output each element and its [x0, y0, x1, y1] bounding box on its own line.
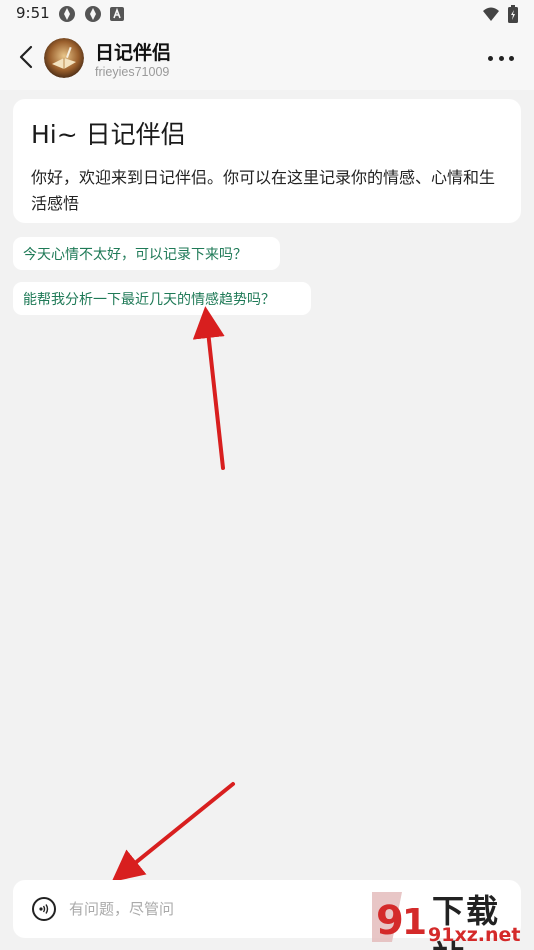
battery-icon — [508, 5, 518, 23]
suggestion-chip[interactable]: 今天心情不太好，可以记录下来吗？ — [13, 237, 280, 270]
aperture-icon — [59, 6, 75, 22]
svg-text:9: 9 — [376, 898, 404, 944]
welcome-card: Hi~ 日记伴侣 你好，欢迎来到日记伴侣。你可以在这里记录你的情感、心情和生活感… — [13, 99, 521, 223]
suggestion-chip[interactable]: 能帮我分析一下最近几天的情感趋势吗？ — [13, 282, 311, 315]
more-options-button[interactable] — [488, 48, 514, 68]
back-button[interactable] — [14, 44, 38, 70]
voice-icon — [39, 904, 49, 914]
more-horizontal-icon — [498, 55, 504, 61]
voice-button[interactable] — [32, 897, 56, 921]
status-icons-right — [482, 5, 518, 23]
annotation-arrow — [192, 306, 225, 470]
status-bar: 9:51 — [0, 0, 534, 28]
avatar[interactable] — [44, 38, 84, 78]
more-horizontal-icon — [509, 55, 514, 61]
status-time: 9:51 — [16, 4, 50, 22]
welcome-text: 你好，欢迎来到日记伴侣。你可以在这里记录你的情感、心情和生活感悟 — [31, 168, 496, 213]
welcome-title: Hi~ 日记伴侣 — [31, 120, 186, 149]
aperture-icon — [85, 6, 101, 22]
status-icons-left — [58, 5, 124, 23]
svg-text:1: 1 — [402, 902, 427, 943]
app-header: 日记伴侣 frieyies71009 — [0, 28, 534, 90]
annotation-arrow — [111, 782, 235, 883]
more-horizontal-icon — [488, 55, 493, 61]
chat-input[interactable] — [69, 894, 369, 924]
site-watermark: 9 1 下载站 91xz.net — [362, 884, 532, 950]
user-id: frieyies71009 — [95, 65, 170, 79]
watermark-url: 91xz.net — [428, 924, 521, 946]
wifi-icon — [483, 7, 499, 21]
page-title: 日记伴侣 — [95, 42, 172, 64]
chevron-left-icon — [19, 45, 33, 69]
app-a-icon — [110, 7, 124, 21]
diary-avatar-image — [44, 38, 84, 78]
watermark-logo: 9 1 — [372, 892, 427, 944]
